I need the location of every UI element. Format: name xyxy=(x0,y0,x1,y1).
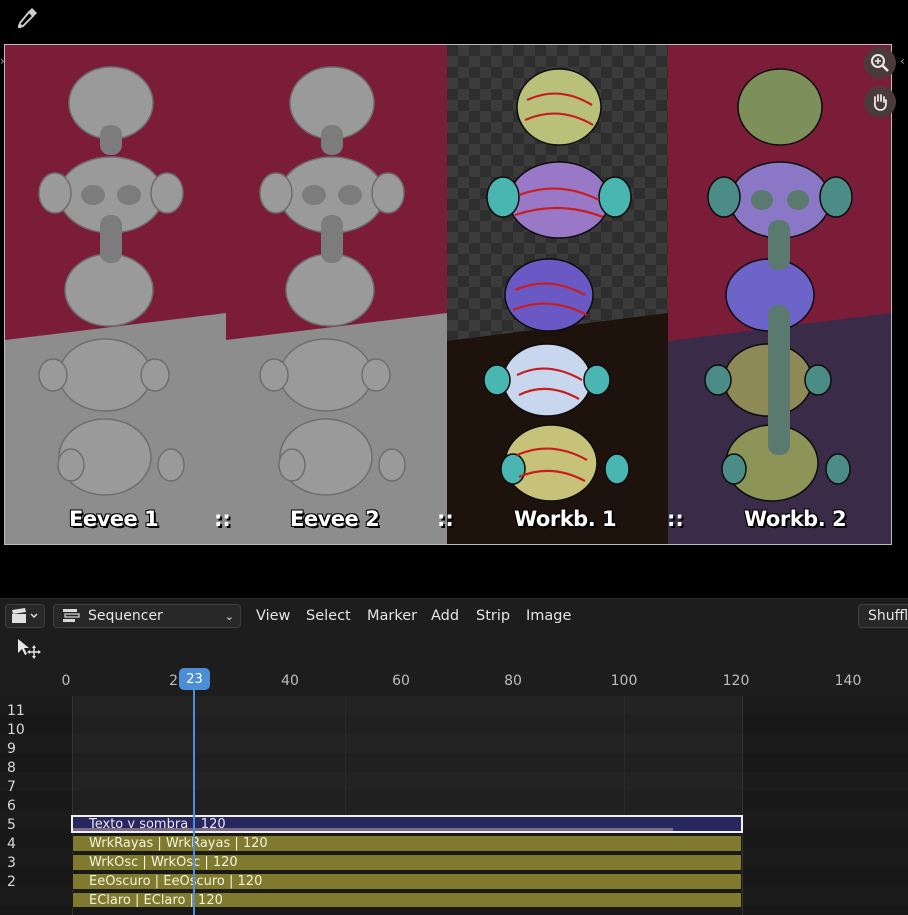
pan-hand-icon[interactable] xyxy=(864,86,896,118)
timeline-area[interactable]: 0 20 40 60 80 100 120 140 11 10 9 8 7 6 … xyxy=(0,634,908,915)
right-edge-arrow-icon[interactable]: ‹ xyxy=(900,54,905,68)
current-frame-indicator[interactable]: 23 xyxy=(179,668,210,690)
strip-label: EClaro | EClaro | 120 xyxy=(89,893,223,908)
ruler-tick: 60 xyxy=(392,673,410,689)
sequencer-icon xyxy=(63,609,80,622)
label-eevee-1: Eevee 1 xyxy=(69,507,159,531)
eyedropper-icon[interactable] xyxy=(15,6,39,30)
ruler-tick: 40 xyxy=(281,673,299,689)
label-eevee-2: Eevee 2 xyxy=(290,507,380,531)
panel-labels: Eevee 1 :: Eevee 2 :: Workb. 1 :: Workb.… xyxy=(5,507,891,541)
frame-ruler[interactable]: 0 20 40 60 80 100 120 140 xyxy=(0,666,908,696)
shuffle-label: Shuffle xyxy=(868,608,908,624)
scene-strip[interactable]: EClaro | EClaro | 120 xyxy=(72,892,742,908)
strip-label: WrkRayas | WrkRayas | 120 xyxy=(89,836,268,851)
channel-number: 10 xyxy=(7,722,25,738)
channel-number: 2 xyxy=(7,874,16,890)
workbench-2-panel xyxy=(668,45,891,544)
ruler-tick: 120 xyxy=(722,673,750,689)
channel-area[interactable]: 11 10 9 8 7 6 5 4 3 2 Texto y sombra | 1… xyxy=(0,696,908,915)
strip-label: EeOscuro | EeOscuro | 120 xyxy=(89,874,263,889)
clapperboard-icon xyxy=(12,608,38,623)
eevee-2-panel xyxy=(226,45,447,544)
render-preview: Eevee 1 :: Eevee 2 :: Workb. 1 :: Workb.… xyxy=(4,44,892,545)
chevron-down-icon: ⌄ xyxy=(224,609,234,623)
text-strip[interactable]: Texto y sombra | 120 xyxy=(71,815,743,833)
shuffle-button[interactable]: Shuffle xyxy=(858,604,908,628)
scene-strip[interactable]: WrkRayas | WrkRayas | 120 xyxy=(72,835,742,852)
eevee-1-panel xyxy=(5,45,226,544)
label-workbench-1: Workb. 1 xyxy=(514,507,617,531)
workbench-1-panel xyxy=(447,45,668,544)
channel-number: 8 xyxy=(7,760,16,776)
channel-number: 3 xyxy=(7,855,16,871)
sequencer-preview: Eevee 1 :: Eevee 2 :: Workb. 1 :: Workb.… xyxy=(0,0,908,598)
label-workbench-2: Workb. 2 xyxy=(744,507,847,531)
menu-image[interactable]: Image xyxy=(526,608,571,624)
zoom-icon[interactable] xyxy=(864,47,896,79)
ruler-tick: 140 xyxy=(834,673,862,689)
select-move-cursor-icon[interactable] xyxy=(16,638,42,660)
channel-number: 5 xyxy=(7,817,16,833)
label-separator: :: xyxy=(437,507,454,531)
channel-number: 4 xyxy=(7,836,16,852)
view-type-dropdown[interactable]: Sequencer ⌄ xyxy=(53,604,241,628)
scene-strip[interactable]: EeOscuro | EeOscuro | 120 xyxy=(72,873,742,890)
menu-view[interactable]: View xyxy=(256,608,290,624)
menu-select[interactable]: Select xyxy=(306,608,351,624)
ruler-tick: 80 xyxy=(504,673,522,689)
channel-number: 7 xyxy=(7,779,16,795)
editor-type-dropdown[interactable] xyxy=(5,604,45,628)
menu-add[interactable]: Add xyxy=(431,608,459,624)
menu-marker[interactable]: Marker xyxy=(367,608,417,624)
left-edge-arrow-icon[interactable]: › xyxy=(0,54,5,68)
ruler-tick: 100 xyxy=(610,673,638,689)
sequencer-header: Sequencer ⌄ View Select Marker Add Strip… xyxy=(0,598,908,635)
channel-number: 11 xyxy=(7,703,25,719)
strip-label: WrkOsc | WrkOsc | 120 xyxy=(89,855,238,870)
label-separator: :: xyxy=(214,507,231,531)
menu-strip[interactable]: Strip xyxy=(476,608,510,624)
channel-number: 9 xyxy=(7,741,16,757)
playhead-line[interactable] xyxy=(193,678,195,915)
channel-number: 6 xyxy=(7,798,16,814)
view-type-label: Sequencer xyxy=(88,608,163,624)
scene-strip[interactable]: WrkOsc | WrkOsc | 120 xyxy=(72,854,742,871)
ruler-tick: 0 xyxy=(61,673,71,689)
label-separator: :: xyxy=(667,507,684,531)
